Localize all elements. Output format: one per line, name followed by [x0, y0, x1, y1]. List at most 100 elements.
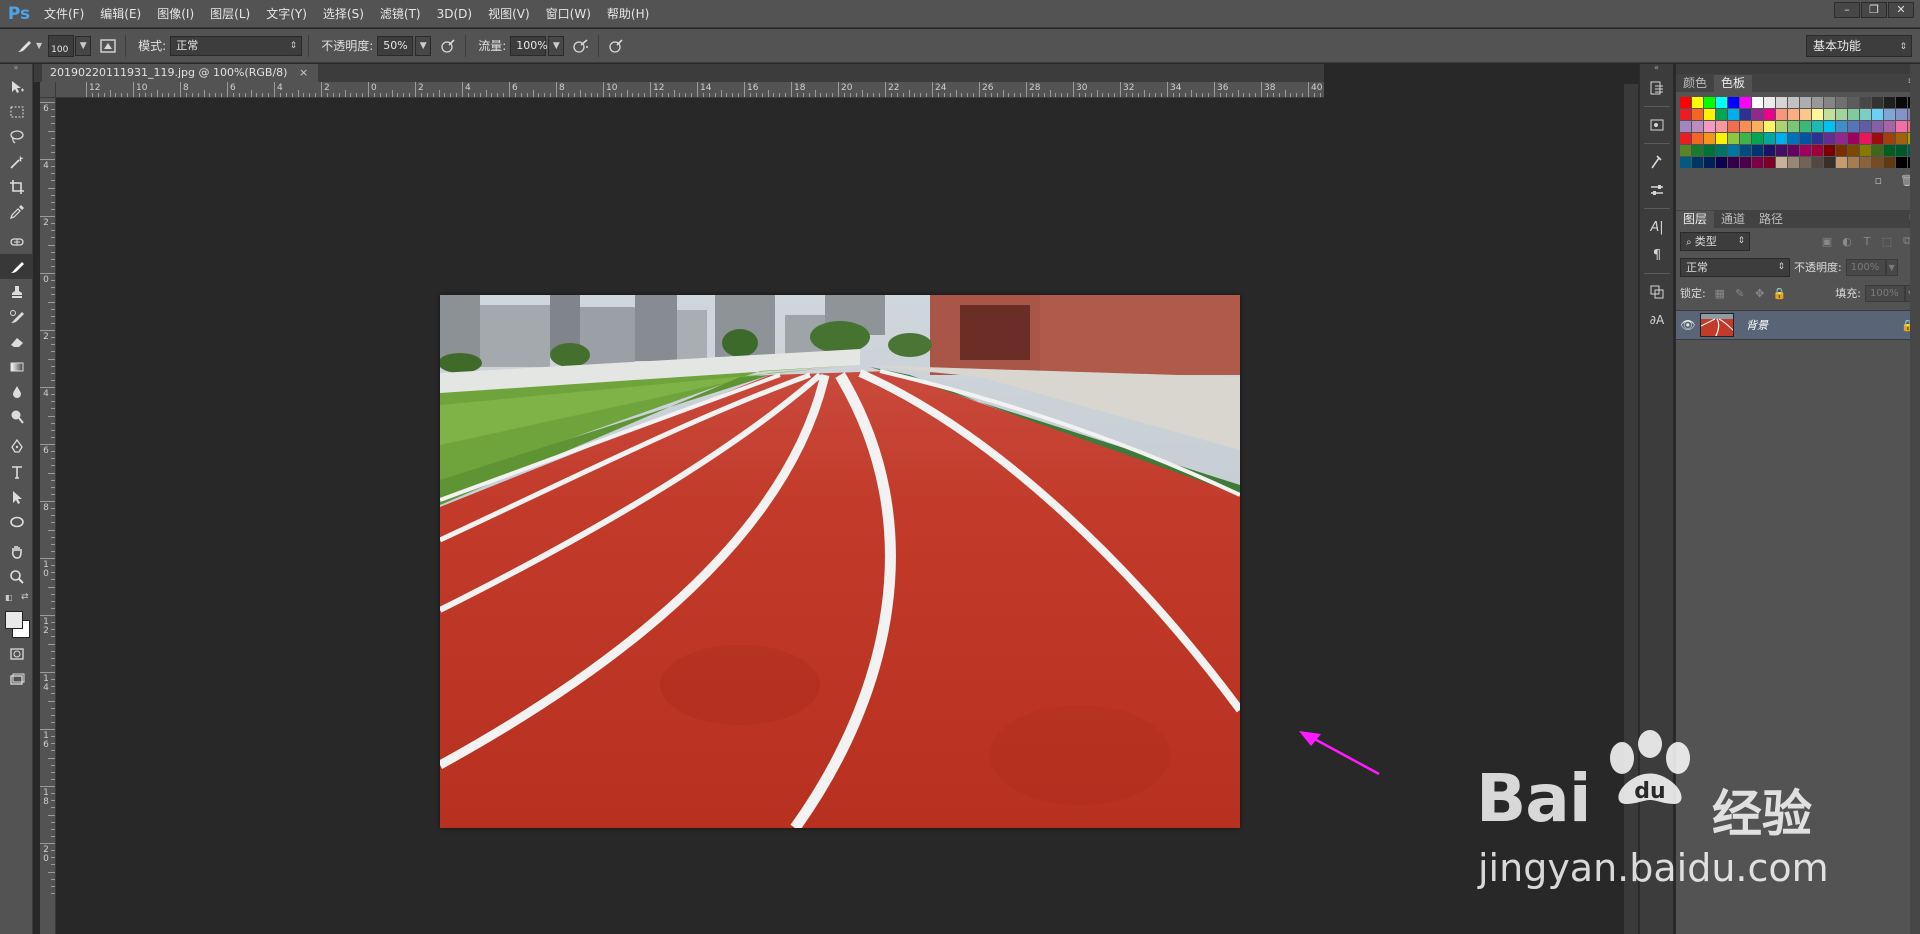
swatch-cell[interactable] — [1776, 109, 1787, 120]
close-tab-icon[interactable]: × — [299, 66, 308, 79]
menu-window[interactable]: 窗口(W) — [538, 0, 599, 28]
menu-type[interactable]: 文字(Y) — [258, 0, 315, 28]
layer-opacity-input[interactable]: 100% — [1845, 258, 1886, 276]
swatch-cell[interactable] — [1764, 121, 1775, 132]
swatch-cell[interactable] — [1716, 145, 1727, 156]
healing-brush-tool-icon[interactable] — [0, 229, 33, 254]
swatch-cell[interactable] — [1704, 145, 1715, 156]
swatch-cell[interactable] — [1776, 157, 1787, 168]
swatch-cell[interactable] — [1824, 145, 1835, 156]
document-tab[interactable]: 20190220111931_119.jpg @ 100%(RGB/8) × — [42, 64, 319, 82]
paragraph-panel-icon[interactable]: ¶ — [1640, 241, 1674, 269]
swatch-cell[interactable] — [1800, 109, 1811, 120]
swatch-cell[interactable] — [1848, 157, 1859, 168]
swatch-cell[interactable] — [1716, 109, 1727, 120]
layer-row-background[interactable]: 👁 背景 🔒 — [1676, 310, 1920, 340]
swatch-cell[interactable] — [1860, 145, 1871, 156]
swatch-cell[interactable] — [1692, 157, 1703, 168]
swatch-cell[interactable] — [1848, 121, 1859, 132]
swatch-cell[interactable] — [1800, 121, 1811, 132]
brush-size-preview[interactable]: 100 — [48, 34, 75, 57]
swatch-cell[interactable] — [1848, 109, 1859, 120]
tab-channels[interactable]: 通道 — [1714, 211, 1752, 228]
flow-input[interactable]: 100% — [510, 35, 548, 56]
blend-mode-select[interactable]: 正常 ⇕ — [1680, 257, 1790, 277]
history-panel-icon[interactable] — [1640, 74, 1674, 102]
filter-type-icon[interactable]: T — [1857, 235, 1877, 248]
swatch-cell[interactable] — [1812, 145, 1823, 156]
swatch-cell[interactable] — [1872, 121, 1883, 132]
minimize-button[interactable]: – — [1834, 2, 1860, 18]
menu-image[interactable]: 图像(I) — [149, 0, 202, 28]
swatch-cell[interactable] — [1716, 133, 1727, 144]
flow-dropdown-icon[interactable]: ▼ — [548, 35, 565, 56]
airbrush-icon[interactable] — [570, 35, 592, 57]
swatch-cell[interactable] — [1704, 157, 1715, 168]
foreground-color-chip[interactable] — [5, 611, 23, 629]
swatch-cell[interactable] — [1836, 133, 1847, 144]
menu-3d[interactable]: 3D(D) — [429, 0, 480, 28]
swatch-cell[interactable] — [1740, 109, 1751, 120]
menu-help[interactable]: 帮助(H) — [599, 0, 657, 28]
swatch-cell[interactable] — [1728, 97, 1739, 108]
character-panel-icon[interactable]: A| — [1640, 213, 1674, 241]
ellipse-tool-icon[interactable] — [0, 509, 33, 534]
swatch-cell[interactable] — [1860, 109, 1871, 120]
swatch-cell[interactable] — [1836, 97, 1847, 108]
swatch-cell[interactable] — [1728, 133, 1739, 144]
pen-tool-icon[interactable] — [0, 434, 33, 459]
lasso-tool-icon[interactable] — [0, 124, 33, 149]
swatch-cell[interactable] — [1728, 145, 1739, 156]
swatch-cell[interactable] — [1812, 109, 1823, 120]
swatch-cell[interactable] — [1740, 133, 1751, 144]
opacity-dropdown-icon[interactable]: ▼ — [415, 35, 432, 56]
close-button[interactable]: ✕ — [1888, 2, 1914, 18]
swatch-cell[interactable] — [1788, 145, 1799, 156]
eyedropper-tool-icon[interactable] — [0, 199, 33, 224]
swatch-cell[interactable] — [1704, 133, 1715, 144]
magic-wand-tool-icon[interactable] — [0, 149, 33, 174]
swatch-cell[interactable] — [1872, 97, 1883, 108]
tab-color[interactable]: 颜色 — [1676, 75, 1714, 92]
tab-layers[interactable]: 图层 — [1676, 211, 1715, 228]
swatch-cell[interactable] — [1788, 157, 1799, 168]
gradient-tool-icon[interactable] — [0, 354, 33, 379]
swatch-cell[interactable] — [1716, 97, 1727, 108]
collapse-arrows-icon[interactable]: » — [0, 64, 32, 74]
swatch-cell[interactable] — [1860, 157, 1871, 168]
hand-tool-icon[interactable] — [0, 539, 33, 564]
pressure-opacity-icon[interactable] — [437, 35, 459, 57]
swatch-cell[interactable] — [1896, 133, 1907, 144]
properties-panel-icon[interactable] — [1640, 111, 1674, 139]
swatch-cell[interactable] — [1896, 121, 1907, 132]
swatch-cell[interactable] — [1752, 145, 1763, 156]
menu-edit[interactable]: 编辑(E) — [92, 0, 149, 28]
swap-colors-icon[interactable]: ⇄ — [21, 592, 29, 602]
swatch-cell[interactable] — [1800, 145, 1811, 156]
swatch-cell[interactable] — [1836, 109, 1847, 120]
move-tool-icon[interactable] — [0, 74, 33, 99]
swatch-cell[interactable] — [1824, 157, 1835, 168]
lock-position-icon[interactable]: ✥ — [1750, 287, 1770, 300]
swatch-cell[interactable] — [1884, 133, 1895, 144]
swatch-cell[interactable] — [1680, 109, 1691, 120]
swatch-cell[interactable] — [1776, 121, 1787, 132]
swatch-cell[interactable] — [1716, 157, 1727, 168]
tab-paths[interactable]: 路径 — [1752, 211, 1790, 228]
mode-select[interactable]: 正常 ⇕ — [170, 35, 303, 56]
dock-collapse-arrows-icon[interactable]: « — [1640, 64, 1673, 74]
swatch-cell[interactable] — [1788, 109, 1799, 120]
tab-swatches[interactable]: 色板 — [1714, 75, 1753, 92]
swatch-cell[interactable] — [1704, 97, 1715, 108]
swatch-cell[interactable] — [1740, 157, 1751, 168]
swatch-cell[interactable] — [1860, 97, 1871, 108]
swatch-cell[interactable] — [1848, 97, 1859, 108]
swatch-cell[interactable] — [1800, 97, 1811, 108]
lock-pixels-icon[interactable]: ✎ — [1730, 287, 1750, 300]
eraser-tool-icon[interactable] — [0, 329, 33, 354]
clone-stamp-tool-icon[interactable] — [0, 279, 33, 304]
ruler-origin[interactable] — [40, 82, 56, 98]
swatch-cell[interactable] — [1764, 97, 1775, 108]
swatch-cell[interactable] — [1728, 121, 1739, 132]
swatch-cell[interactable] — [1812, 133, 1823, 144]
